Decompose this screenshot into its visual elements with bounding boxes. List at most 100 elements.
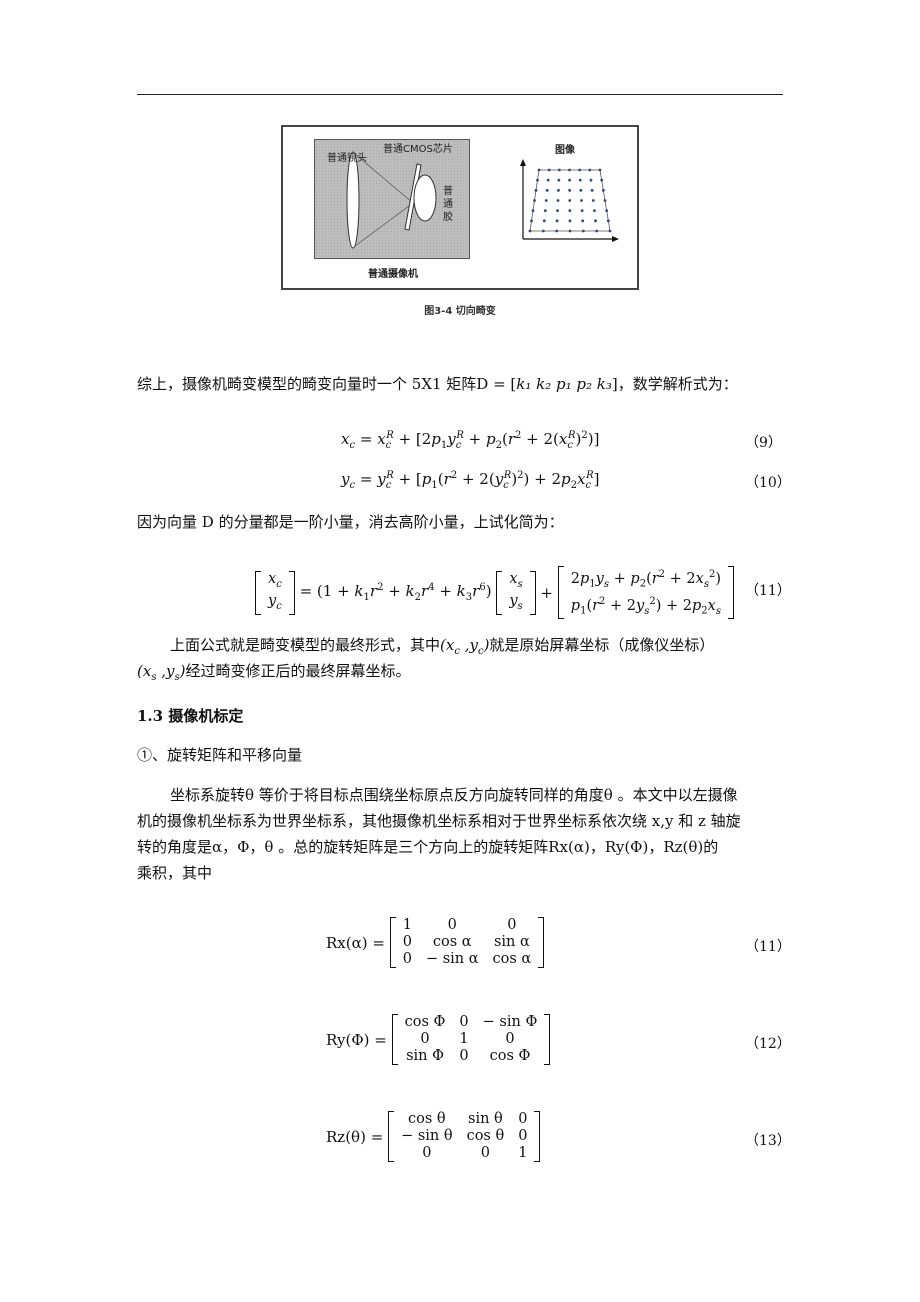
film-shape [413,174,437,222]
grid-point [541,229,545,233]
matrix-cell: 0 [459,1014,469,1030]
matrix-cell: 0 [459,1048,469,1064]
matrix-cell: 0 [507,917,517,933]
grid-point [568,199,572,202]
grid-point [537,168,541,172]
header-rule [137,94,783,95]
grid-point [568,229,572,233]
matrix-cell: cos Φ [404,1014,446,1030]
equation-number-9: （9） [745,435,782,451]
rz-lhs: Rz(θ) = [326,1127,384,1146]
grid-point [579,188,583,192]
matrix-cell: cos α [432,934,472,950]
grid-point [534,188,538,192]
equation-number-rz: （13） [745,1133,791,1149]
matrix-cell: − sin α [425,951,479,967]
matrix-cell: 0 [422,1145,432,1161]
grid-point [605,209,609,213]
matrix-rx: 1 0 0 0 cos α sin α 0− sin α cos α [389,917,545,968]
paragraph-rotation-line1: 坐标系旋转θ 等价于将目标点围绕坐标原点反方向旋转同样的角度θ 。本文中以左摄像 [170,786,738,804]
matrix-row: − sin θ cos θ 0 [394,1128,534,1145]
matrix-row: 0 0 1 [394,1145,534,1162]
grid-point [588,168,592,172]
matrix-cell: 1 [459,1031,469,1047]
grid-point [568,178,571,182]
equation-9: xc = xcR + [2p1ycR + p2(r2 + 2(xcR)2)] [341,430,600,451]
matrix-row: 0 1 0 [398,1031,545,1048]
grid-point [568,168,571,172]
grid-point [603,199,607,202]
matrix-cell: − sin θ [401,1128,453,1144]
label-image: 图像 [555,145,575,156]
grid-point [595,229,599,233]
grid-point [556,209,559,213]
grid-point [528,229,532,233]
matrix-cell: cos θ [466,1128,505,1144]
subheading-rotation-translation: ①、旋转矩阵和平移向量 [137,746,303,764]
grid-point [555,219,559,223]
equation-ry: Ry(Φ) = cos Φ 0− sin Φ 0 1 0 sin Φ 0 cos Φ [326,1014,551,1065]
equation-number-rx: （11） [745,939,791,955]
grid-point [578,178,582,182]
matrix-cell: 0 [480,1145,491,1161]
grid-point [555,229,559,233]
matrix-cell: cos α [492,951,532,967]
matrix-ry: cos Φ 0− sin Φ 0 1 0 sin Φ 0 cos Φ [391,1014,551,1065]
grid-point [592,209,596,213]
grid-point [568,219,572,223]
paragraph-simplification: 因为向量 D 的分量都是一阶小量，消去高阶小量，上试化简为： [137,513,564,531]
p3-text-c: 经过畸变修正后的最终屏幕坐标。 [185,662,411,680]
equation-rz: Rz(θ) = cos θ sin θ 0− sin θ cos θ0001 [326,1111,541,1162]
equation-number-10: （10） [745,475,791,491]
grid-point [568,209,572,213]
matrix-cell: 0 [420,1031,430,1047]
matrix-cell: sin Φ [406,1048,444,1064]
grid-point [546,178,550,182]
paragraph-final-form-line1: 上面公式就是畸变模型的最终形式，其中(xc ,yc)就是原始屏幕坐标（成像仪坐标… [170,636,715,657]
grid-point [591,199,595,202]
grid-point [536,178,539,182]
grid-point [530,219,533,223]
matrix-cell: 0 [518,1111,528,1127]
grid-point [601,188,605,192]
matrix-cell: 1 [518,1145,528,1161]
grid-point [542,219,546,223]
grid-point [547,168,551,172]
grid-point [531,209,535,213]
paragraph-final-form-line2: (xs ,ys)经过畸变修正后的最终屏幕坐标。 [137,662,411,683]
paragraph-rotation-line3: 转的角度是α，Φ，θ 。总的旋转矩阵是三个方向上的旋转矩阵Rx(α)，Ry(Φ)… [137,838,719,856]
distortion-plot [520,159,619,242]
figure-tangential-distortion: 普通镜头 普通CMOS芯片 普 通 胶 普通摄像机 图像 [281,125,639,290]
ray-bottom [354,202,414,247]
p3-text-a: 上面公式就是畸变模型的最终形式，其中 [170,636,441,654]
matrix-cell: 0 [447,917,457,933]
matrix-cell: − sin Φ [482,1014,538,1030]
grid-point [543,209,547,213]
equation-number-ry: （12） [745,1036,791,1052]
grid-points [528,168,612,233]
grid-point [557,178,561,182]
label-film-3: 胶 [443,212,453,223]
p1-suffix: ]，数学解析式为： [611,375,738,393]
grid-point [580,199,583,202]
grid-point [578,168,582,172]
grid-point [556,199,560,202]
matrix-cell: 0 [402,934,412,950]
figure-caption: 图3-4 切向畸变 [424,306,496,317]
matrix-rz: cos θ sin θ 0− sin θ cos θ0001 [388,1111,541,1162]
equation-rx: Rx(α) = 1 0 0 0 cos α sin α 0− sin α cos α [326,917,545,968]
x-axis-arrow-icon [612,236,619,242]
grid-point [557,188,560,192]
label-lens: 普通镜头 [327,153,367,164]
label-cmos: 普通CMOS芯片 [383,144,453,155]
grid-point [589,178,593,182]
matrix-cell: 0 [518,1128,528,1144]
p3-text-b: 就是原始屏幕坐标（成像仪坐标） [489,636,715,654]
equation-number-11: （11） [745,583,791,599]
matrix-cell: 0 [402,951,412,967]
matrix-cell: cos Φ [489,1048,531,1064]
matrix-row: 0 − sin α cos α [396,951,539,968]
paragraph-rotation-line4: 乘积，其中 [137,864,213,882]
matrix-row: sin Φ 0 cos Φ [398,1048,545,1065]
p1-vector: k₁ k₂ p₁ p₂ k₃ [516,375,612,393]
